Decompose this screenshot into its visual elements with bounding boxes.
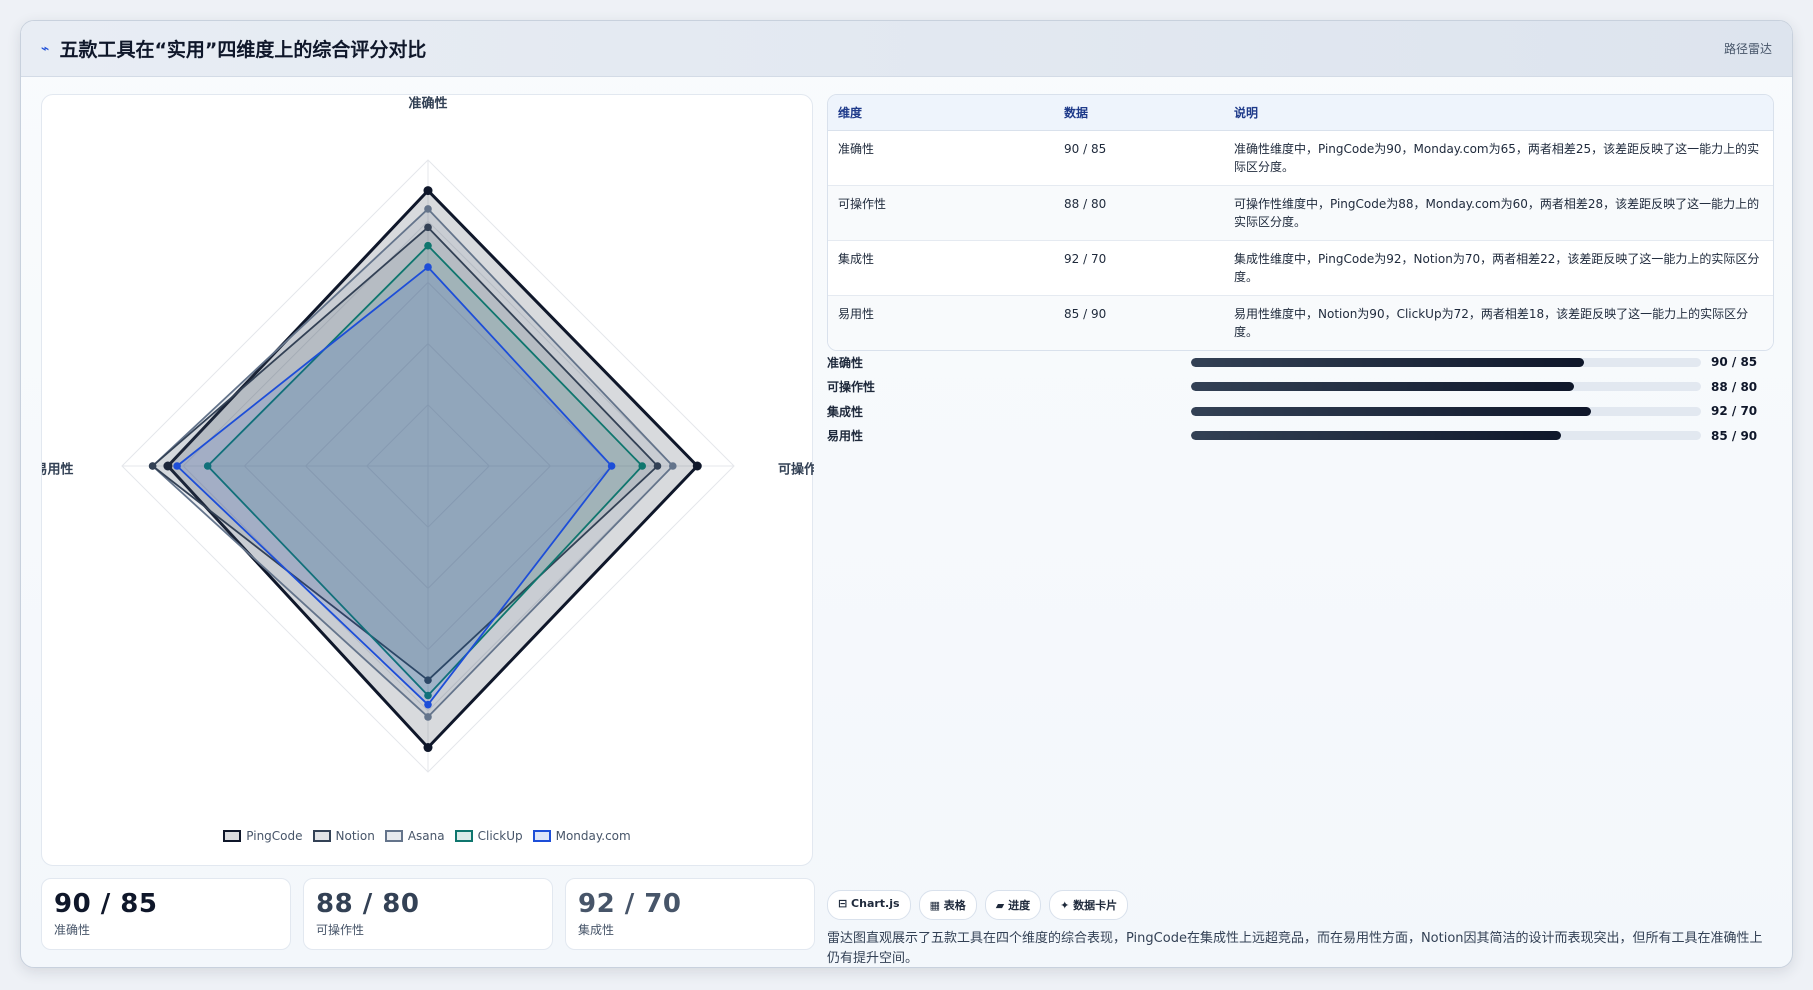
data-point [424, 263, 432, 271]
progress-label: 准确性 [827, 355, 864, 370]
data-point [638, 462, 646, 470]
data-table: 维度 数据 说明 准确性 90 / 85 准确性维度中，PingCode为90，… [827, 94, 1774, 351]
chart-legend: PingCode Notion Asana ClickUp Monday.com [42, 829, 812, 843]
progress-fill [1191, 406, 1592, 416]
progress-value: 90 / 85 [1711, 355, 1758, 370]
data-point [653, 462, 662, 470]
legend-swatch [384, 830, 403, 842]
data-point [607, 462, 616, 470]
legend-item[interactable]: ClickUp [454, 829, 523, 843]
table-row: 准确性 90 / 85 准确性维度中，PingCode为90，Monday.co… [828, 130, 1773, 186]
table-header-row: 维度 数据 说明 [828, 95, 1773, 131]
legend-label: Notion [335, 829, 375, 843]
legend-swatch [223, 830, 242, 842]
data-point [424, 223, 432, 232]
table-row: 易用性 85 / 90 易用性维度中，Notion为90，ClickUp为72，… [828, 295, 1773, 350]
report-card: ⌁ 五款工具在“实用”四维度上的综合评分对比 路径雷达 准确性可操作性集成性易用… [20, 20, 1793, 968]
legend-swatch [532, 830, 551, 842]
column-header: 数据 [1054, 95, 1224, 131]
description-cell: 集成性维度中，PingCode为92，Notion为70，两者相差22，该差距反… [1224, 240, 1773, 296]
table-row: 可操作性 88 / 80 可操作性维度中，PingCode为88，Monday.… [828, 185, 1773, 241]
progress-value: 92 / 70 [1711, 404, 1758, 419]
data-cell: 92 / 70 [1054, 240, 1224, 296]
legend-label: Asana [407, 829, 445, 843]
data-point [173, 462, 181, 470]
axis-label: 易用性 [42, 462, 74, 478]
data-point [423, 186, 433, 196]
progress-track [1191, 382, 1701, 392]
stat-card: 90 / 85 准确性 [41, 878, 291, 950]
data-point [424, 241, 432, 250]
legend-item[interactable]: Monday.com [532, 829, 631, 843]
data-point [424, 713, 432, 721]
summary-text: 雷达图直观展示了五款工具在四个维度的综合表现，PingCode在集成性上远超竞品… [827, 931, 1763, 966]
stat-card: 92 / 70 集成性 [565, 878, 815, 950]
progress-row: 易用性 85 / 90 [827, 424, 1774, 449]
legend-label: Monday.com [555, 829, 631, 843]
data-point [669, 462, 677, 470]
legend-swatch [454, 830, 473, 842]
data-point [423, 743, 433, 753]
page-title: 五款工具在“实用”四维度上的综合评分对比 [59, 39, 427, 61]
chip-table[interactable]: ▦ 表格 [918, 890, 977, 920]
data-cell: 90 / 85 [1054, 130, 1224, 186]
chip-progress[interactable]: ▰ 进度 [984, 890, 1042, 920]
progress-label: 易用性 [827, 429, 864, 444]
data-cell: 85 / 90 [1054, 295, 1224, 350]
progress-label: 集成性 [827, 404, 864, 419]
chip-data-cards[interactable]: ✦ 数据卡片 [1049, 890, 1129, 920]
legend-item[interactable]: Notion [312, 829, 375, 843]
progress-track [1191, 431, 1701, 441]
axis-label: 准确性 [408, 96, 447, 112]
stat-card: 88 / 80 可操作性 [303, 878, 553, 950]
chip-chartjs[interactable]: ⊟ Chart.js [827, 890, 911, 920]
dimension-cell: 集成性 [828, 240, 1054, 296]
stat-value: 90 / 85 [54, 889, 158, 919]
stat-label: 准确性 [54, 923, 91, 937]
stat-value: 88 / 80 [316, 889, 420, 919]
table-row: 集成性 92 / 70 集成性维度中，PingCode为92，Notion为70… [828, 240, 1773, 296]
data-point [424, 700, 432, 709]
column-header: 说明 [1224, 95, 1773, 131]
column-header: 维度 [828, 95, 1054, 131]
tech-chips: ⊟ Chart.js ▦ 表格 ▰ 进度 ✦ 数据卡片 [827, 890, 1129, 920]
legend-swatch [312, 830, 331, 842]
progress-track [1191, 357, 1701, 367]
description-cell: 可操作性维度中，PingCode为88，Monday.com为60，两者相差28… [1224, 185, 1773, 241]
card-header: ⌁ 五款工具在“实用”四维度上的综合评分对比 路径雷达 [21, 21, 1792, 77]
description-cell: 易用性维度中，Notion为90，ClickUp为72，两者相差18，该差距反映… [1224, 295, 1773, 350]
progress-row: 可操作性 88 / 80 [827, 375, 1774, 400]
stat-cards: 90 / 85 准确性 88 / 80 可操作性 92 / 70 集成性 [41, 878, 815, 950]
data-point [692, 461, 702, 471]
progress-row: 准确性 90 / 85 [827, 350, 1774, 375]
progress-row: 集成性 92 / 70 [827, 399, 1774, 424]
route-icon: ⌁ [41, 40, 50, 57]
dimension-cell: 可操作性 [828, 185, 1054, 241]
progress-track [1191, 406, 1701, 416]
radar-chart: 准确性可操作性集成性易用性 [42, 96, 814, 773]
axis-label: 可操作性 [778, 462, 814, 478]
legend-label: ClickUp [477, 829, 523, 843]
progress-value: 85 / 90 [1711, 428, 1758, 443]
data-point [424, 205, 432, 213]
chart-type-tag: 路径雷达 [1723, 42, 1772, 56]
dimension-cell: 准确性 [828, 130, 1054, 186]
stat-label: 可操作性 [316, 923, 365, 937]
legend-item[interactable]: PingCode [223, 829, 303, 843]
stat-value: 92 / 70 [578, 889, 682, 919]
data-point [148, 462, 157, 470]
stat-label: 集成性 [578, 923, 615, 937]
legend-item[interactable]: Asana [384, 829, 445, 843]
progress-value: 88 / 80 [1711, 379, 1758, 394]
legend-label: PingCode [246, 829, 303, 843]
progress-label: 可操作性 [827, 380, 876, 395]
dimension-cell: 易用性 [828, 295, 1054, 350]
progress-fill [1191, 357, 1584, 367]
progress-bars: 准确性 90 / 85 可操作性 88 / 80 集成性 92 / 70 易用性… [827, 350, 1774, 448]
radar-chart-panel: 准确性可操作性集成性易用性 PingCodeNotionAsanaClickUp… [41, 94, 814, 866]
progress-fill [1191, 382, 1574, 392]
description-cell: 准确性维度中，PingCode为90，Monday.com为65，两者相差25，… [1224, 130, 1773, 186]
progress-fill [1191, 431, 1561, 441]
data-cell: 88 / 80 [1054, 185, 1224, 241]
